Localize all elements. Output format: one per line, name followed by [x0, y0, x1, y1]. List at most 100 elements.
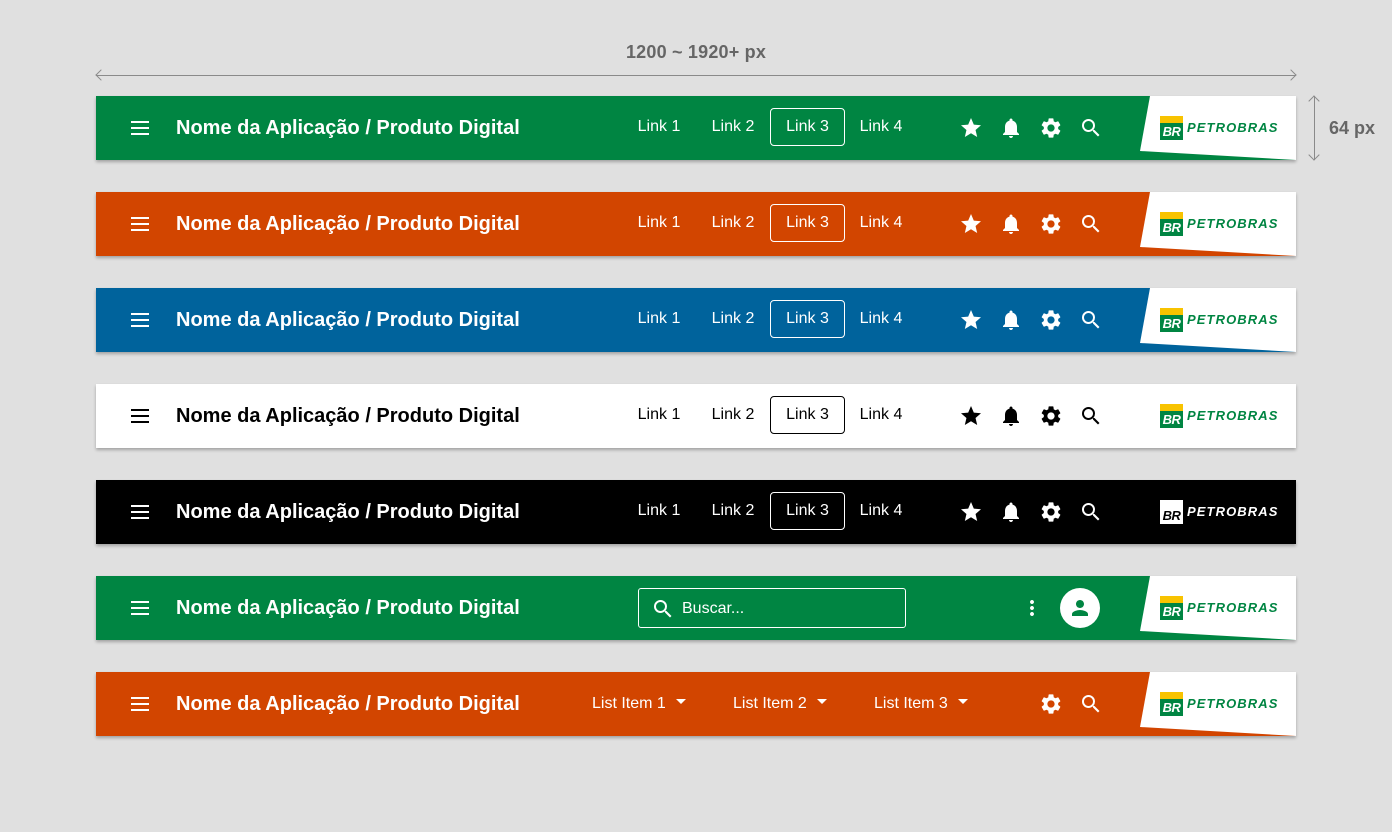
search-input[interactable]: Buscar... — [638, 588, 906, 628]
search-icon[interactable] — [1079, 308, 1103, 332]
app-bar-dropdowns: Nome da Aplicação / Produto Digital List … — [96, 672, 1296, 736]
logo-area: BR PETROBRAS — [1140, 192, 1296, 256]
logo-area: BR PETROBRAS — [1140, 384, 1296, 448]
logo-wordmark: PETROBRAS — [1187, 600, 1279, 615]
height-dimension-label: 64 px — [1329, 118, 1376, 138]
dropdown-list-item-1[interactable]: List Item 1 — [592, 684, 686, 724]
nav-link-3[interactable]: Link 3 — [770, 204, 845, 242]
width-dimension-label: 1200 ~ 1920+ px — [625, 42, 767, 62]
br-badge: BR — [1160, 116, 1183, 140]
petrobras-logo[interactable]: BR PETROBRAS — [1160, 212, 1290, 236]
nav-link-4[interactable]: Link 4 — [850, 204, 912, 242]
nav-link-2[interactable]: Link 2 — [702, 300, 764, 338]
more-vertical-icon[interactable] — [1020, 596, 1044, 620]
app-bar-links: Nome da Aplicação / Produto Digital Link … — [96, 96, 1296, 160]
bell-icon[interactable] — [999, 116, 1023, 140]
nav-link-1[interactable]: Link 1 — [628, 108, 690, 146]
app-bar-links: Nome da Aplicação / Produto Digital Link … — [96, 480, 1296, 544]
logo-area: BR PETROBRAS — [1140, 576, 1296, 640]
br-badge-text: BR — [1162, 700, 1181, 715]
petrobras-logo[interactable]: BR PETROBRAS — [1160, 500, 1290, 524]
logo-area: BR PETROBRAS — [1140, 96, 1296, 160]
nav-link-2[interactable]: Link 2 — [702, 108, 764, 146]
menu-icon[interactable] — [128, 596, 152, 620]
logo-wordmark: PETROBRAS — [1187, 312, 1279, 327]
star-icon[interactable] — [959, 212, 983, 236]
search-icon[interactable] — [1079, 404, 1103, 428]
bell-icon[interactable] — [999, 500, 1023, 524]
menu-icon[interactable] — [128, 212, 152, 236]
nav-link-4[interactable]: Link 4 — [850, 300, 912, 338]
app-title: Nome da Aplicação / Produto Digital — [176, 597, 520, 619]
nav-link-1[interactable]: Link 1 — [628, 300, 690, 338]
br-badge: BR — [1160, 404, 1183, 428]
width-dimension: 1200 ~ 1920+ px — [95, 40, 1297, 84]
nav-link-3[interactable]: Link 3 — [770, 396, 845, 434]
gear-icon[interactable] — [1039, 308, 1063, 332]
search-icon — [651, 597, 675, 621]
logo-area: BR PETROBRAS — [1140, 672, 1296, 736]
menu-icon[interactable] — [128, 500, 152, 524]
nav-link-2[interactable]: Link 2 — [702, 492, 764, 530]
nav-link-3[interactable]: Link 3 — [770, 300, 845, 338]
dropdown-label: List Item 2 — [733, 695, 807, 712]
gear-icon[interactable] — [1039, 692, 1063, 716]
petrobras-logo[interactable]: BR PETROBRAS — [1160, 596, 1290, 620]
search-icon[interactable] — [1079, 116, 1103, 140]
nav-link-4[interactable]: Link 4 — [850, 492, 912, 530]
petrobras-logo[interactable]: BR PETROBRAS — [1160, 692, 1290, 716]
nav-link-3[interactable]: Link 3 — [770, 492, 845, 530]
nav-link-1[interactable]: Link 1 — [628, 492, 690, 530]
gear-icon[interactable] — [1039, 116, 1063, 140]
logo-wordmark: PETROBRAS — [1187, 216, 1279, 231]
star-icon[interactable] — [959, 500, 983, 524]
search-icon[interactable] — [1079, 500, 1103, 524]
logo-area: BR PETROBRAS — [1140, 288, 1296, 352]
dropdown-list-item-2[interactable]: List Item 2 — [733, 684, 827, 724]
menu-icon[interactable] — [128, 308, 152, 332]
arrow-down-icon — [1308, 149, 1320, 161]
nav-link-1[interactable]: Link 1 — [628, 204, 690, 242]
star-icon[interactable] — [959, 404, 983, 428]
petrobras-logo[interactable]: BR PETROBRAS — [1160, 404, 1290, 428]
gear-icon[interactable] — [1039, 212, 1063, 236]
nav-link-4[interactable]: Link 4 — [850, 396, 912, 434]
search-icon[interactable] — [1079, 212, 1103, 236]
br-badge: BR — [1160, 212, 1183, 236]
br-badge-text: BR — [1162, 604, 1181, 619]
app-title: Nome da Aplicação / Produto Digital — [176, 501, 520, 523]
bell-icon[interactable] — [999, 404, 1023, 428]
app-title: Nome da Aplicação / Produto Digital — [176, 117, 520, 139]
dropdown-label: List Item 3 — [874, 695, 948, 712]
gear-icon[interactable] — [1039, 404, 1063, 428]
bell-icon[interactable] — [999, 308, 1023, 332]
gear-icon[interactable] — [1039, 500, 1063, 524]
nav-link-3[interactable]: Link 3 — [770, 108, 845, 146]
br-badge: BR — [1160, 596, 1183, 620]
petrobras-logo[interactable]: BR PETROBRAS — [1160, 116, 1290, 140]
star-icon[interactable] — [959, 308, 983, 332]
app-title: Nome da Aplicação / Produto Digital — [176, 309, 520, 331]
br-badge: BR — [1160, 692, 1183, 716]
height-dimension: 64 px — [1304, 95, 1392, 161]
nav-link-2[interactable]: Link 2 — [702, 204, 764, 242]
bell-icon[interactable] — [999, 212, 1023, 236]
menu-icon[interactable] — [128, 116, 152, 140]
nav-link-4[interactable]: Link 4 — [850, 108, 912, 146]
search-icon[interactable] — [1079, 692, 1103, 716]
petrobras-logo[interactable]: BR PETROBRAS — [1160, 308, 1290, 332]
app-bar-links: Nome da Aplicação / Produto Digital Link … — [96, 192, 1296, 256]
nav-link-2[interactable]: Link 2 — [702, 396, 764, 434]
br-badge: BR — [1160, 308, 1183, 332]
avatar[interactable] — [1060, 588, 1100, 628]
width-dimension-line — [96, 75, 1296, 76]
app-title: Nome da Aplicação / Produto Digital — [176, 213, 520, 235]
nav-link-1[interactable]: Link 1 — [628, 396, 690, 434]
dropdown-list-item-3[interactable]: List Item 3 — [874, 684, 968, 724]
caret-down-icon — [816, 699, 827, 705]
br-badge-text: BR — [1162, 316, 1181, 331]
star-icon[interactable] — [959, 116, 983, 140]
menu-icon[interactable] — [128, 404, 152, 428]
br-badge-text: BR — [1162, 124, 1181, 139]
menu-icon[interactable] — [128, 692, 152, 716]
